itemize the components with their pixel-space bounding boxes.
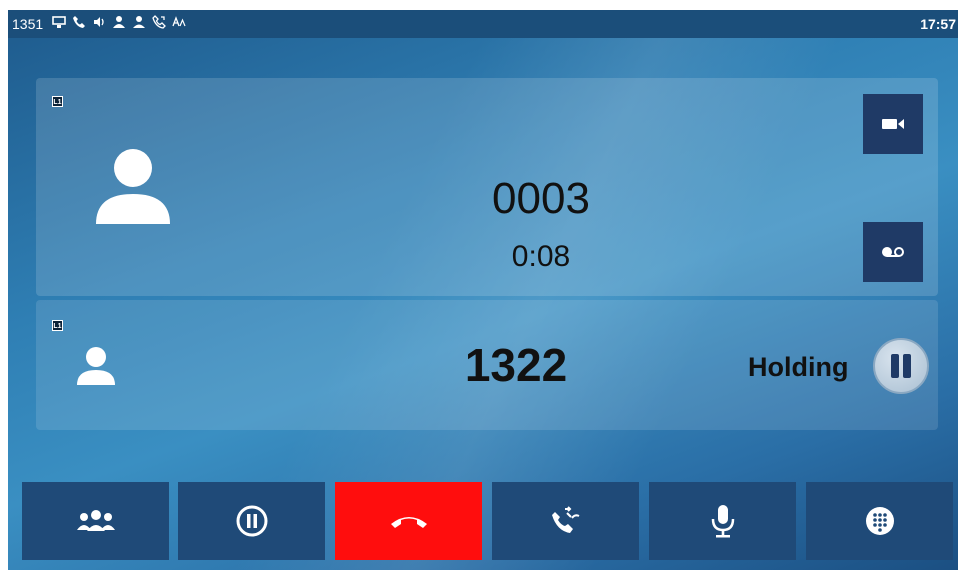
pause-bar-left: [891, 354, 899, 378]
phone-screen: 1351 17:57 L1 0003 0:08 L1 1322 Holding: [8, 10, 958, 570]
pause-bar-right: [903, 354, 911, 378]
hold-button[interactable]: [178, 482, 325, 560]
line-badge: L1: [52, 320, 63, 331]
dialpad-icon: [865, 507, 894, 535]
call-duration: 0:08: [511, 240, 571, 273]
contact-avatar-icon: [77, 347, 115, 385]
video-icon: [882, 119, 904, 129]
microphone-icon: [711, 505, 734, 538]
mute-button[interactable]: [649, 482, 796, 560]
contacts-icon: [113, 16, 125, 28]
hang-up-icon: [390, 517, 427, 528]
handset-icon: [73, 16, 85, 28]
line-badge: L1: [52, 96, 63, 107]
status-icons: [52, 15, 186, 29]
held-caller-number: 1322: [464, 339, 568, 391]
account-number: 1351: [12, 16, 44, 32]
pause-circle-icon: [236, 505, 267, 537]
status-bar: 1351 17:57: [8, 10, 958, 38]
speaker-icon: [94, 17, 104, 27]
resume-button[interactable]: [873, 338, 929, 394]
active-call-card[interactable]: L1 0003 0:08: [36, 78, 938, 296]
video-button[interactable]: [863, 94, 923, 154]
conference-button[interactable]: [22, 482, 169, 560]
voicemail-record-icon: [882, 247, 904, 257]
softkey-bar: [8, 482, 958, 564]
font-icon: [172, 16, 186, 27]
phone-forward-icon: [152, 15, 166, 29]
end-call-button[interactable]: [335, 482, 482, 560]
contact-avatar-icon: [96, 149, 170, 224]
transfer-icon: [551, 506, 579, 533]
voicemail-button[interactable]: [863, 222, 923, 282]
transfer-button[interactable]: [492, 482, 639, 560]
conference-icon: [76, 510, 115, 531]
computer-icon: [52, 16, 66, 28]
dialpad-button[interactable]: [806, 482, 953, 560]
caller-number: 0003: [492, 174, 590, 223]
user-icon: [133, 16, 145, 28]
held-call-card[interactable]: L1 1322 Holding: [36, 300, 938, 430]
clock: 17:57: [920, 16, 956, 32]
holding-label: Holding: [748, 352, 849, 382]
